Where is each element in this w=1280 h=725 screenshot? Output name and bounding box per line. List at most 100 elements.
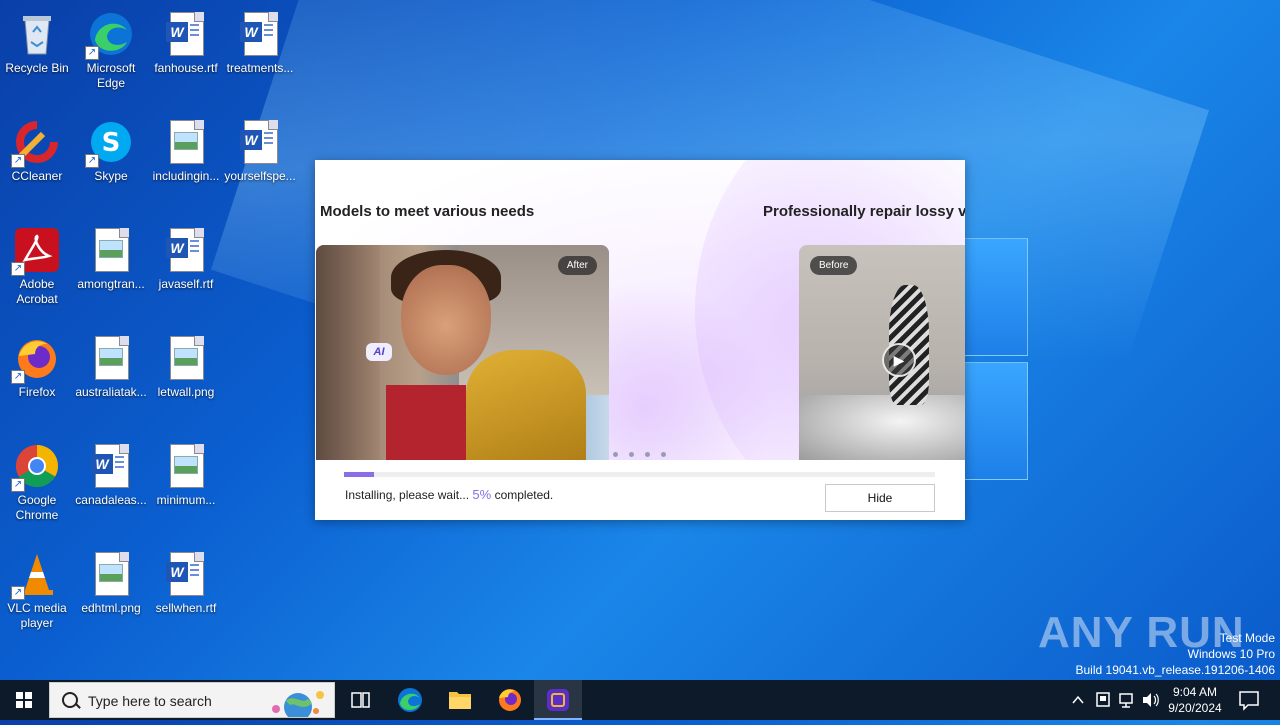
task-view-button[interactable]: [336, 680, 384, 720]
word-document-icon: W: [87, 442, 135, 490]
after-tag: After: [557, 256, 597, 275]
desktop-icon-treatments[interactable]: W treatments...: [223, 6, 297, 76]
desktop-icon-edhtml[interactable]: edhtml.png: [74, 546, 148, 616]
desktop-icon-vlc[interactable]: ↗ VLC media player: [0, 546, 74, 631]
action-center-button[interactable]: [1234, 680, 1264, 720]
desktop-icon-firefox[interactable]: ↗ Firefox: [0, 330, 74, 400]
clock-time: 9:04 AM: [1172, 685, 1218, 699]
taskbar-file-explorer[interactable]: [436, 680, 484, 720]
word-document-icon: W: [162, 10, 210, 58]
vlc-cone-icon: ↗: [11, 550, 61, 600]
desktop-icon-recycle-bin[interactable]: Recycle Bin: [0, 6, 74, 76]
slide-image-portrait: After AI: [316, 245, 609, 460]
shortcut-arrow-icon: ↗: [11, 262, 25, 276]
slide-heading-left: Models to meet various needs: [320, 203, 535, 220]
image-file-icon: [162, 442, 210, 490]
device-icon: [1096, 692, 1110, 707]
before-tag: Before: [810, 256, 858, 275]
chevron-up-icon: [1072, 695, 1084, 704]
speaker-icon: [1143, 693, 1159, 707]
folder-icon: [449, 692, 471, 709]
adobe-acrobat-icon: ↗: [11, 226, 61, 276]
desktop-icon-sellwhen[interactable]: W sellwhen.rtf: [149, 546, 223, 616]
word-document-icon: W: [236, 10, 284, 58]
desktop-icon-yourselfspe[interactable]: W yourselfspe...: [223, 114, 297, 184]
carousel-dot[interactable]: [661, 452, 666, 457]
start-button[interactable]: [0, 680, 48, 720]
network-icon: [1119, 693, 1133, 708]
firefox-icon: ↗: [11, 334, 61, 384]
word-document-icon: W: [162, 550, 210, 598]
chrome-icon: ↗: [11, 442, 61, 492]
slide-heading-right: Professionally repair lossy v: [763, 203, 965, 220]
install-progress-fill: [344, 472, 374, 477]
status-prefix: Installing, please wait...: [345, 488, 470, 502]
installer-app-icon: [547, 689, 569, 711]
slide-image-repair: Before ▶: [799, 245, 965, 460]
taskbar-clock[interactable]: 9:04 AM 9/20/2024: [1160, 684, 1230, 716]
status-percent: 5%: [472, 487, 492, 502]
shortcut-arrow-icon: ↗: [11, 370, 25, 384]
shortcut-arrow-icon: ↗: [11, 586, 25, 600]
shortcut-arrow-icon: ↗: [11, 478, 25, 492]
desktop-icon-skype[interactable]: S ↗ Skype: [74, 114, 148, 184]
desktop-icon-australiatak[interactable]: australiatak...: [74, 330, 148, 400]
search-placeholder: Type here to search: [88, 693, 212, 709]
notification-icon: [1239, 691, 1259, 711]
shortcut-arrow-icon: ↗: [85, 154, 99, 168]
desktop: Recycle Bin ↗ CCleaner ↗ Adobe Acrobat ↗…: [0, 0, 1280, 680]
ai-badge: AI: [366, 343, 392, 361]
carousel-dots[interactable]: [613, 444, 677, 460]
taskbar-edge[interactable]: [386, 680, 434, 720]
desktop-icon-includingin[interactable]: includingin...: [149, 114, 223, 184]
show-hidden-icons-button[interactable]: [1068, 680, 1088, 720]
image-file-icon: [162, 334, 210, 382]
tray-device-icon[interactable]: [1092, 680, 1114, 720]
desktop-icon-letwall[interactable]: letwall.png: [149, 330, 223, 400]
carousel-dot[interactable]: [613, 452, 618, 457]
image-file-icon: [162, 118, 210, 166]
taskbar-search-box[interactable]: Type here to search: [49, 682, 335, 718]
shortcut-arrow-icon: ↗: [11, 154, 25, 168]
edge-icon: [398, 688, 422, 712]
shortcut-arrow-icon: ↗: [85, 46, 99, 60]
tray-volume-icon[interactable]: [1140, 680, 1162, 720]
carousel-dot[interactable]: [629, 452, 634, 457]
image-file-icon: [87, 334, 135, 382]
search-highlight-globe-icon: [272, 691, 324, 717]
play-icon[interactable]: ▶: [882, 343, 916, 377]
tray-network-icon[interactable]: [1116, 680, 1138, 720]
desktop-icon-canadaleas[interactable]: W canadaleas...: [74, 438, 148, 508]
word-document-icon: W: [236, 118, 284, 166]
desktop-icon-fanhouse[interactable]: W fanhouse.rtf: [149, 6, 223, 76]
firefox-icon: [499, 689, 521, 711]
desktop-icon-google-chrome[interactable]: ↗ Google Chrome: [0, 438, 74, 523]
svg-text:S: S: [102, 128, 121, 158]
desktop-icon-ccleaner[interactable]: ↗ CCleaner: [0, 114, 74, 184]
task-view-icon: [351, 692, 370, 708]
desktop-icon-minimum[interactable]: minimum...: [149, 438, 223, 508]
desktop-icon-microsoft-edge[interactable]: ↗ Microsoft Edge: [74, 6, 148, 91]
windows-start-icon: [16, 692, 32, 708]
taskbar-firefox[interactable]: [486, 680, 534, 720]
test-mode-text: Test Mode Windows 10 Pro Build 19041.vb_…: [1075, 631, 1276, 677]
taskbar: Type here to search 9:04 AM 9/20/2024: [0, 680, 1280, 720]
search-icon: [62, 692, 78, 708]
taskbar-installer-app[interactable]: [534, 680, 582, 720]
recycle-bin-icon: [13, 10, 61, 58]
install-status: Installing, please wait... 5% completed.: [345, 487, 553, 502]
desktop-icon-adobe-acrobat[interactable]: ↗ Adobe Acrobat: [0, 222, 74, 307]
installer-banner: Models to meet various needs Professiona…: [315, 160, 965, 460]
install-progress-bar: [344, 472, 935, 477]
wallpaper-windows-logo: [960, 238, 1030, 480]
status-suffix: completed.: [494, 488, 554, 502]
desktop-icon-amongtran[interactable]: amongtran...: [74, 222, 148, 292]
image-file-icon: [87, 550, 135, 598]
installer-window: Models to meet various needs Professiona…: [315, 160, 965, 520]
desktop-icon-javaself[interactable]: W javaself.rtf: [149, 222, 223, 292]
word-document-icon: W: [162, 226, 210, 274]
image-file-icon: [87, 226, 135, 274]
clock-date: 9/20/2024: [1168, 701, 1222, 715]
hide-button[interactable]: Hide: [825, 484, 935, 512]
carousel-dot[interactable]: [645, 452, 650, 457]
